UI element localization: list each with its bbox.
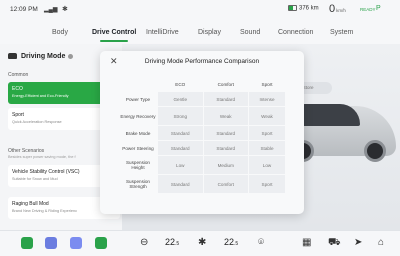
table-cell: Standard	[203, 141, 248, 155]
status-bar: 12:09 PM ▂▄▆ ✱ 376 km 0km/h READY P	[0, 0, 400, 22]
gear-indicator: P	[376, 5, 381, 12]
column-header: Comfort	[217, 82, 234, 87]
right-temperature[interactable]: 22.5	[224, 237, 238, 247]
tab-sound[interactable]: Sound	[240, 29, 260, 36]
header-spacer	[119, 78, 157, 91]
tab-body[interactable]: Body	[52, 29, 68, 36]
table-row: Energy Recovery Strong Weak Weak	[119, 107, 285, 125]
other-scenarios-label: Other Scenarios	[8, 148, 45, 154]
bottom-dock: ⊖ 22.5 ✱ 22.5 ⌾ ▦ ⛟ ➤ ⌂	[0, 230, 400, 256]
settings-tabs: Body Drive Control IntelliDrive Display …	[0, 22, 400, 45]
comparison-table: ECO Comfort Sport Power Type Gentle Stan…	[118, 77, 286, 194]
mode-title: ECO	[12, 86, 23, 92]
battery-range: 376 km	[288, 5, 319, 12]
drive-state: READY	[360, 7, 376, 12]
table-row: Suspension Height Low Medium Low	[119, 156, 285, 174]
home-icon[interactable]: ⌂	[378, 237, 384, 248]
other-scenarios-subtitle: Besides super power saving mode, the f	[8, 155, 76, 159]
right-temp-decimal: .5	[234, 241, 239, 247]
fan-icon[interactable]: ✱	[198, 237, 206, 248]
table-cell: Strong	[158, 107, 203, 125]
row-label: Power Type	[125, 96, 151, 102]
app-icon-blue[interactable]	[70, 237, 82, 249]
table-cell: Medium	[203, 156, 248, 174]
right-temp-value: 22	[224, 237, 235, 247]
tab-intellidrive[interactable]: IntelliDrive	[146, 29, 179, 36]
table-header-row: ECO Comfort Sport	[119, 78, 285, 91]
table-cell: Weak	[203, 107, 248, 125]
app-icon-purple[interactable]	[45, 237, 57, 249]
info-icon[interactable]	[68, 53, 74, 59]
table-cell: Sport	[249, 175, 285, 193]
table-cell: Gentle	[158, 92, 203, 106]
left-temp-decimal: .5	[175, 241, 180, 247]
table-row: Brake Mode Standard Standard Sport	[119, 126, 285, 140]
signal-icon: ▂▄▆	[44, 7, 58, 13]
grid-menu-icon[interactable]: ▦	[302, 237, 311, 248]
left-temp-value: 22	[165, 237, 176, 247]
car-control-icon[interactable]: ⛟	[328, 237, 341, 250]
mode-title: Sport	[12, 112, 24, 118]
table-cell: Weak	[249, 107, 285, 125]
dialog-title: Driving Mode Performance Comparison	[144, 58, 260, 65]
speed-unit: km/h	[336, 8, 346, 13]
mode-subtitle: Quick Acceleration Response	[12, 120, 62, 124]
row-label: Energy Recovery	[120, 113, 156, 119]
bluetooth-icon: ✱	[62, 6, 68, 13]
mode-subtitle: Brand New Driving & Riding Experienc	[12, 209, 77, 213]
table-cell: Standard	[158, 126, 203, 140]
table-cell: Standard	[158, 175, 203, 193]
left-temperature[interactable]: 22.5	[165, 237, 179, 247]
column-header: ECO	[175, 82, 186, 87]
tab-connection[interactable]: Connection	[278, 29, 313, 36]
mode-subtitle: Energy-Efficient and Eco-Friendly	[12, 94, 69, 98]
mode-title: Vehicle Stability Control (VSC)	[12, 169, 80, 175]
mode-subtitle: Suitable for Snow and Mud	[12, 177, 58, 181]
battery-icon	[288, 5, 297, 11]
speed-readout: 0km/h	[329, 3, 346, 15]
table-cell: Stable	[249, 141, 285, 155]
row-label: Brake Mode	[125, 130, 151, 136]
table-cell: Low	[158, 156, 203, 174]
tab-drive-control[interactable]: Drive Control	[92, 29, 136, 42]
car-icon	[8, 53, 17, 60]
navigation-icon[interactable]: ➤	[354, 237, 362, 248]
table-cell: Standard	[203, 92, 248, 106]
table-row: Power Steering Standard Standard Stable	[119, 141, 285, 155]
tab-display[interactable]: Display	[198, 29, 221, 36]
rear-wheel	[364, 140, 386, 162]
mode-title: Raging Bull Mod	[12, 201, 49, 207]
tab-system[interactable]: System	[330, 29, 353, 36]
table-cell: Standard	[203, 126, 248, 140]
row-label: Power Steering	[122, 145, 154, 151]
screen: 12:09 PM ▂▄▆ ✱ 376 km 0km/h READY P Body…	[0, 0, 400, 256]
table-cell: Intense	[249, 92, 285, 106]
app-icon-green[interactable]	[21, 237, 33, 249]
table-cell: Comfort	[203, 175, 248, 193]
speed-value: 0	[329, 3, 336, 15]
range-value: 376 km	[299, 5, 319, 12]
clock: 12:09 PM	[10, 6, 38, 13]
steering-icon[interactable]: ⊖	[140, 237, 148, 248]
phone-icon[interactable]	[95, 237, 107, 249]
column-header: Sport	[261, 82, 273, 87]
table-cell: Sport	[249, 126, 285, 140]
comparison-dialog: ✕ Driving Mode Performance Comparison EC…	[100, 51, 304, 214]
table-cell: Standard	[158, 141, 203, 155]
row-label: Suspension Height	[125, 160, 150, 170]
driving-mode-title: Driving Mode	[21, 53, 66, 60]
table-row: Suspension Strength Standard Comfort Spo…	[119, 175, 285, 193]
common-section-label: Common	[8, 72, 29, 78]
driving-mode-header: Driving Mode	[8, 53, 74, 60]
seat-heat-icon[interactable]: ⌾	[258, 237, 264, 248]
table-row: Power Type Gentle Standard Intense	[119, 92, 285, 106]
row-label: Suspension Strength	[125, 179, 150, 189]
table-cell: Low	[249, 156, 285, 174]
